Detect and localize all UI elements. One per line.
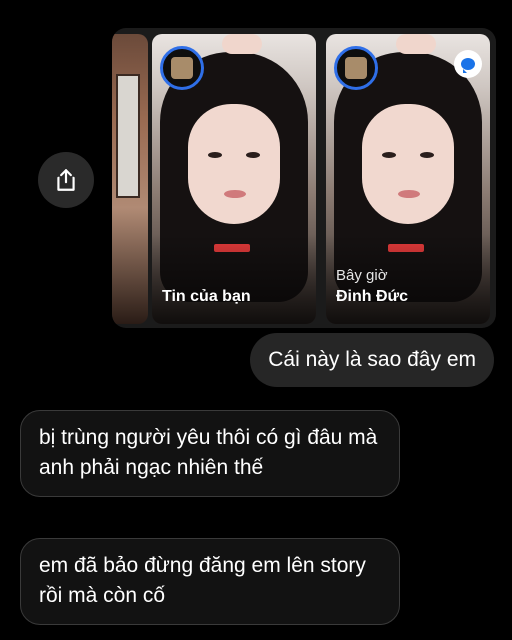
story-photo-detail (420, 152, 434, 158)
story-photo-detail (398, 190, 420, 198)
bubble-dot (461, 58, 475, 73)
incoming-message[interactable]: em đã bảo đừng đăng em lên story rồi mà … (20, 538, 400, 625)
story-photo-detail (224, 190, 246, 198)
story-tile-label: Tin của bạn (162, 288, 251, 305)
story-avatar[interactable] (160, 46, 204, 90)
outgoing-message[interactable]: Cái này là sao đây em (250, 333, 494, 387)
story-image-window (116, 74, 140, 198)
story-avatar[interactable] (334, 46, 378, 90)
chat-thread: Tin của bạn Bây giờ Đinh Đức Cái này là … (0, 0, 512, 640)
share-button[interactable] (38, 152, 94, 208)
message-bubble-icon[interactable] (454, 50, 482, 78)
story-tile-dinh-duc[interactable]: Bây giờ Đinh Đức (326, 34, 490, 324)
story-photo-detail (208, 152, 222, 158)
story-photo-detail (222, 34, 262, 54)
story-tile-your-story[interactable]: Tin của bạn (152, 34, 316, 324)
avatar-image (171, 57, 193, 79)
story-photo-face (188, 104, 280, 224)
story-photo-face (362, 104, 454, 224)
avatar-image (345, 57, 367, 79)
share-icon (57, 169, 75, 191)
story-tile-label: Đinh Đức (336, 288, 409, 305)
incoming-message[interactable]: bị trùng người yêu thôi có gì đâu mà anh… (20, 410, 400, 497)
story-tile-time: Bây giờ (336, 267, 388, 284)
story-preview-partial[interactable] (112, 34, 148, 324)
story-photo-detail (246, 152, 260, 158)
story-photo-detail (396, 34, 436, 54)
story-photo-detail (382, 152, 396, 158)
shared-story-card[interactable]: Tin của bạn Bây giờ Đinh Đức (112, 28, 496, 328)
tile-shade (152, 234, 316, 324)
